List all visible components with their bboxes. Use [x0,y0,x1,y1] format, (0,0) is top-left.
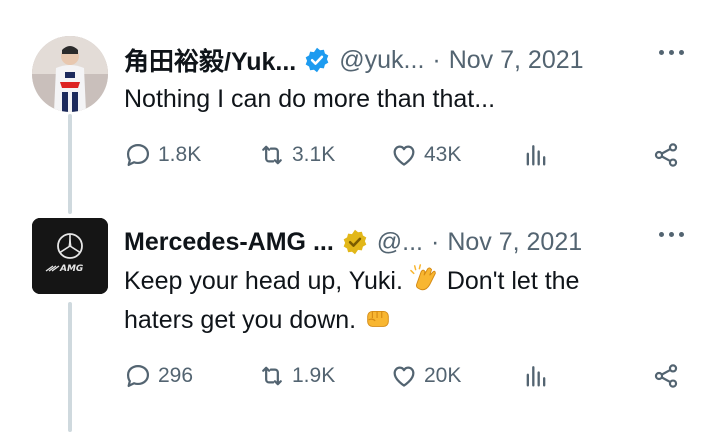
separator-dot: · [431,227,440,256]
share-button[interactable] [652,141,686,169]
analytics-icon [526,366,546,387]
driver-photo-icon [32,36,108,112]
reply-count: 1.8K [158,143,202,166]
reply-count: 296 [158,364,194,387]
retweet-button[interactable]: 3.1K [258,141,335,169]
retweet-count: 3.1K [292,143,336,166]
amg-logo-text: AMG [59,264,83,274]
tweet-header: Mercedes-AMG ... @... · Nov 7, 2021 [124,224,694,260]
mercedes-avatar[interactable]: AMG [32,218,108,294]
tweet-text-part2: Don't let the [446,267,580,295]
tweet-text: Nothing I can do more than that... [124,80,684,119]
more-options-icon[interactable] [659,232,684,237]
tweet-text-line2: haters get you down. [124,306,357,334]
retweet-count: 1.9K [292,364,336,387]
blue-verified-icon [305,47,329,73]
like-button[interactable]: 43K [390,141,461,169]
user-handle[interactable]: @yuk... [339,46,424,75]
share-icon [654,143,678,167]
tweet-actions: 1.8K 3.1K 43K [124,141,688,175]
display-name[interactable]: 角田裕毅/Yuk... [124,42,296,78]
yuki-avatar[interactable] [32,36,108,112]
heart-icon [393,366,415,387]
retweet-button[interactable]: 1.9K [258,362,335,390]
tweet-text: Keep your head up, Yuki. Don't let the h… [124,262,684,340]
tweet-header: 角田裕毅/Yuk... @yuk... · Nov 7, 2021 [124,42,694,78]
reply-button[interactable]: 296 [124,362,193,390]
tweet-yuki[interactable]: 角田裕毅/Yuk... @yuk... · Nov 7, 2021 Nothin… [0,36,720,196]
like-count: 20K [424,364,462,387]
mercedes-logo-icon: AMG [32,218,108,294]
views-button[interactable] [522,141,556,169]
clapping-hands-icon [410,264,436,291]
tweet-date[interactable]: Nov 7, 2021 [447,228,582,257]
more-options-icon[interactable] [659,50,684,55]
user-handle[interactable]: @... [377,228,423,257]
share-icon [654,364,678,388]
reply-icon [126,364,150,388]
like-count: 43K [424,143,462,166]
retweet-icon [262,366,282,386]
analytics-icon [526,145,546,166]
reply-icon [126,143,150,167]
heart-icon [393,145,415,166]
tweet-text-content: Nothing I can do more than that... [124,85,496,113]
display-name[interactable]: Mercedes-AMG ... [124,228,334,257]
tweet-mercedes[interactable]: AMG Mercedes-AMG ... @... · Nov 7, 2021 … [0,218,720,418]
tweet-actions: 296 1.9K 20K [124,362,688,396]
separator-dot: · [432,45,441,74]
like-button[interactable]: 20K [390,362,461,390]
tweet-text-part1: Keep your head up, Yuki. [124,267,403,295]
fist-icon [367,310,389,327]
reply-button[interactable]: 1.8K [124,141,201,169]
retweet-icon [262,145,282,165]
gold-verified-icon [343,229,367,255]
tweet-date[interactable]: Nov 7, 2021 [449,46,584,75]
share-button[interactable] [652,362,686,390]
views-button[interactable] [522,362,556,390]
